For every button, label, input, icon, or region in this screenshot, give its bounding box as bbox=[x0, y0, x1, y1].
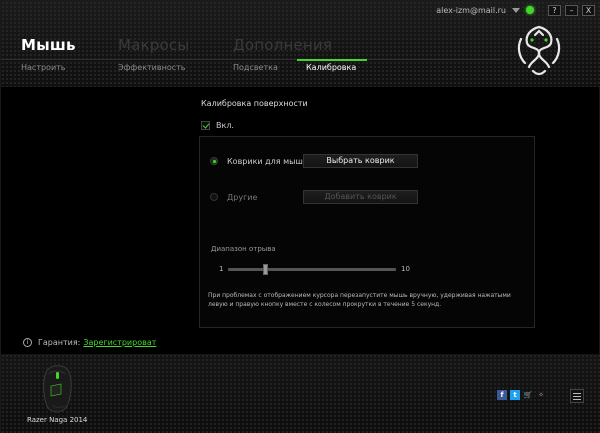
slider-min-label: 1 bbox=[219, 265, 224, 273]
tools-icon[interactable]: ✧ bbox=[536, 390, 546, 400]
menu-line-icon bbox=[573, 393, 581, 394]
add-mat-button: Добавить коврик bbox=[303, 190, 418, 204]
lift-off-range-label: Диапазон отрыва bbox=[211, 245, 276, 253]
topbar: alex-izm@mail.ru ? – X bbox=[436, 4, 595, 16]
subtab-lighting[interactable]: Подсветка bbox=[233, 63, 278, 72]
tab-macros[interactable]: Макросы bbox=[118, 36, 189, 54]
enable-checkbox[interactable] bbox=[201, 121, 210, 130]
razer-synapse-window: alex-izm@mail.ru ? – X Мышь Макросы Допо… bbox=[0, 0, 600, 433]
twitter-icon[interactable]: t bbox=[510, 390, 520, 400]
calibration-hint-text: При проблемах с отображением курсора пер… bbox=[208, 292, 511, 308]
tab-mouse[interactable]: Мышь bbox=[21, 36, 76, 54]
mats-radio[interactable] bbox=[210, 157, 218, 165]
subtab-calibration[interactable]: Калибровка bbox=[306, 63, 356, 72]
header: alex-izm@mail.ru ? – X Мышь Макросы Допо… bbox=[1, 1, 600, 87]
device-name: Razer Naga 2014 bbox=[27, 416, 88, 424]
facebook-icon[interactable]: f bbox=[497, 390, 507, 400]
enable-calibration-row[interactable]: Вкл. bbox=[201, 121, 234, 130]
surface-calibration-title: Калибровка поверхности bbox=[201, 99, 308, 108]
lift-off-slider[interactable] bbox=[228, 264, 396, 275]
subtab-performance[interactable]: Эффективность bbox=[118, 63, 186, 72]
menu-line-icon bbox=[573, 399, 581, 400]
menu-line-icon bbox=[573, 396, 581, 397]
calibration-panel: Коврики для мыш Выбрать коврик Другие До… bbox=[199, 136, 535, 328]
mouse-device-icon[interactable] bbox=[37, 364, 77, 414]
sub-tab-bar: Настроить Эффективность Подсветка Калибр… bbox=[1, 59, 501, 75]
active-tab-indicator bbox=[297, 59, 367, 61]
mats-label: Коврики для мыш bbox=[227, 156, 303, 166]
cart-icon[interactable]: 🛒 bbox=[523, 390, 533, 400]
select-mat-button[interactable]: Выбрать коврик bbox=[303, 154, 418, 168]
menu-button[interactable] bbox=[570, 389, 584, 403]
online-status-icon bbox=[526, 6, 534, 14]
other-label: Другие bbox=[227, 192, 258, 202]
close-button[interactable]: X bbox=[582, 4, 595, 16]
tab-extras[interactable]: Дополнения bbox=[233, 36, 332, 54]
subtab-customize[interactable]: Настроить bbox=[21, 63, 66, 72]
slider-max-label: 10 bbox=[401, 265, 410, 273]
other-radio[interactable] bbox=[210, 193, 218, 201]
social-links: f t 🛒 ✧ bbox=[497, 390, 546, 400]
warranty-label: Гарантия: bbox=[38, 338, 81, 347]
warranty-row: i Гарантия: Зарегистрироват bbox=[23, 338, 156, 347]
slider-handle[interactable] bbox=[263, 264, 269, 275]
account-dropdown-icon[interactable] bbox=[512, 7, 520, 13]
enable-label: Вкл. bbox=[216, 121, 234, 130]
register-link[interactable]: Зарегистрироват bbox=[83, 338, 156, 347]
other-option[interactable]: Другие Добавить коврик bbox=[210, 190, 418, 204]
razer-logo-icon bbox=[517, 25, 561, 76]
help-button[interactable]: ? bbox=[548, 4, 561, 16]
info-icon: i bbox=[23, 338, 32, 347]
mats-option[interactable]: Коврики для мыш Выбрать коврик bbox=[210, 154, 418, 168]
account-email[interactable]: alex-izm@mail.ru bbox=[436, 6, 506, 15]
footer: Razer Naga 2014 f t 🛒 ✧ bbox=[1, 354, 600, 433]
minimize-button[interactable]: – bbox=[565, 4, 578, 16]
